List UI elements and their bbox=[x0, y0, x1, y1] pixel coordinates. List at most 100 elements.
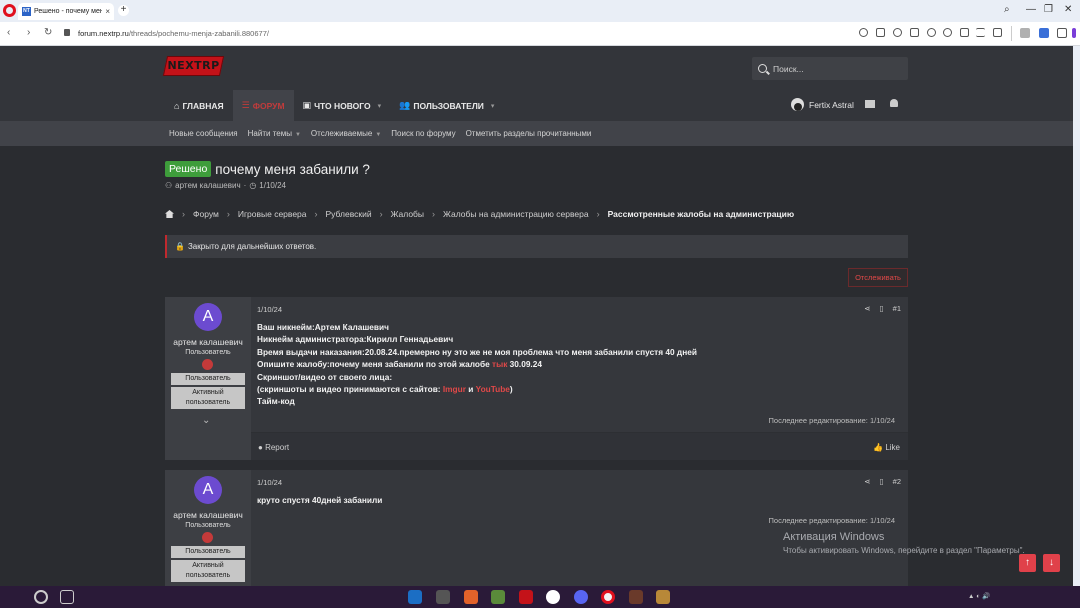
search-icon bbox=[758, 64, 767, 73]
bookmark-icon[interactable]: ▯ bbox=[880, 477, 884, 486]
heart-icon[interactable] bbox=[943, 28, 952, 37]
app-icon[interactable] bbox=[519, 590, 533, 604]
thread-author[interactable]: артем калашевич bbox=[175, 181, 240, 190]
breadcrumb-item[interactable]: Игровые сервера bbox=[238, 209, 307, 219]
close-tab-icon[interactable]: × bbox=[105, 7, 110, 16]
youtube-link[interactable]: YouTube bbox=[476, 384, 510, 394]
report-button[interactable]: ● Report bbox=[258, 443, 289, 452]
reload-icon[interactable]: ↻ bbox=[44, 27, 52, 38]
nav-forum[interactable]: ☰ ФОРУМ bbox=[232, 90, 294, 121]
avatar[interactable]: A bbox=[194, 476, 222, 504]
download-icon[interactable] bbox=[960, 28, 969, 37]
scroll-bottom-button[interactable]: ↓ bbox=[1043, 554, 1060, 572]
minecraft-icon[interactable] bbox=[491, 590, 505, 604]
opera-icon[interactable] bbox=[601, 590, 615, 604]
box-icon[interactable] bbox=[993, 28, 1002, 37]
back-icon[interactable]: ‹ bbox=[7, 27, 10, 38]
bell-icon[interactable] bbox=[890, 99, 898, 107]
search-tabs-icon[interactable]: ⌕ bbox=[1004, 4, 1010, 15]
nav-users[interactable]: 👥 ПОЛЬЗОВАТЕЛИ ▾ bbox=[390, 90, 503, 121]
post-date[interactable]: 1/10/24 bbox=[257, 305, 282, 314]
post-line: Время выдачи наказания:20.08.24.премерно… bbox=[257, 346, 697, 357]
app-icon[interactable] bbox=[464, 590, 478, 604]
breadcrumb-item[interactable]: Рассмотренные жалобы на администрацию bbox=[608, 209, 795, 219]
user-banner: Пользователь bbox=[171, 546, 245, 558]
scroll-top-button[interactable]: ↑ bbox=[1019, 554, 1036, 572]
bookmark-icon[interactable]: ▯ bbox=[880, 304, 884, 313]
task-view-icon[interactable] bbox=[60, 590, 74, 604]
sidebar-toggle-icon[interactable] bbox=[1072, 28, 1076, 38]
chevron-down-icon[interactable]: ▾ bbox=[378, 102, 382, 110]
subnav-mark-read[interactable]: Отметить разделы прочитанными bbox=[466, 129, 592, 138]
extension-icon[interactable] bbox=[1020, 28, 1030, 38]
search-icon[interactable] bbox=[34, 590, 48, 604]
browser-tab[interactable]: NT Решено - почему меня з × bbox=[18, 3, 114, 20]
edited-note: Последнее редактирование: 1/10/24 bbox=[768, 416, 895, 425]
user-menu[interactable]: Fertix Astral bbox=[791, 98, 854, 111]
role-badge-icon bbox=[202, 359, 213, 370]
yandex-icon[interactable] bbox=[546, 590, 560, 604]
chevron-down-icon[interactable]: ⌄ bbox=[202, 415, 210, 426]
post-username[interactable]: артем калашевич bbox=[165, 337, 251, 347]
shield-icon[interactable] bbox=[1039, 28, 1049, 38]
site-logo[interactable]: NEXTRP bbox=[162, 56, 225, 76]
like-button[interactable]: 👍 Like bbox=[873, 443, 900, 452]
play-icon[interactable] bbox=[927, 28, 936, 37]
restore-icon[interactable]: ❐ bbox=[1044, 4, 1053, 15]
edit-icon[interactable] bbox=[876, 28, 885, 37]
post-date[interactable]: 1/10/24 bbox=[257, 478, 282, 487]
app-icon[interactable] bbox=[436, 590, 450, 604]
share-icon[interactable]: ⋖ bbox=[864, 304, 870, 313]
post-line: Опишите жалобу:почему меня забанили по э… bbox=[257, 359, 542, 370]
app-icon[interactable] bbox=[656, 590, 670, 604]
forward-icon[interactable]: › bbox=[27, 27, 30, 38]
post-line: Ваш никнейм:Артем Калашевич bbox=[257, 322, 389, 332]
post-username[interactable]: артем калашевич bbox=[165, 510, 251, 520]
steam-icon[interactable] bbox=[408, 590, 422, 604]
subnav-watched[interactable]: Отслеживаемые ▼ bbox=[311, 129, 381, 138]
mail-icon[interactable] bbox=[865, 100, 875, 108]
watch-button[interactable]: Отслеживать bbox=[848, 268, 908, 287]
chevron-down-icon[interactable]: ▾ bbox=[491, 102, 495, 110]
post-line: Тайм-код bbox=[257, 396, 295, 407]
browser-sidebar bbox=[1073, 46, 1080, 586]
minimize-icon[interactable]: — bbox=[1026, 4, 1036, 15]
close-window-icon[interactable]: ✕ bbox=[1064, 4, 1072, 15]
home-icon[interactable] bbox=[165, 210, 174, 218]
app-icon[interactable] bbox=[629, 590, 643, 604]
menu-icon[interactable] bbox=[976, 28, 985, 37]
main-nav: ⌂ ГЛАВНАЯ ☰ ФОРУМ ▣ ЧТО НОВОГО ▾ 👥 ПОЛЬЗ… bbox=[165, 90, 503, 121]
avatar[interactable]: A bbox=[194, 303, 222, 331]
url-field[interactable]: forum.nextrp.ru/threads/pochemu-menja-za… bbox=[78, 29, 269, 38]
breadcrumb-item[interactable]: Рублевский bbox=[326, 209, 372, 219]
new-tab-button[interactable]: + bbox=[118, 5, 129, 16]
news-icon: ▣ bbox=[302, 100, 312, 110]
search-input[interactable]: Поиск... bbox=[752, 57, 908, 80]
subnav-find-threads[interactable]: Найти темы ▼ bbox=[248, 129, 301, 138]
discord-icon[interactable] bbox=[574, 590, 588, 604]
post-line: Скриншот/видео от своего лица: bbox=[257, 371, 393, 382]
status-badge[interactable]: Решено bbox=[165, 161, 212, 177]
post-link[interactable]: тык bbox=[492, 359, 507, 369]
post-body: круто спустя 40дней забанили bbox=[257, 495, 383, 505]
cube-icon[interactable] bbox=[1057, 28, 1067, 38]
forum-icon: ☰ bbox=[241, 100, 250, 110]
subnav-search-forums[interactable]: Поиск по форуму bbox=[391, 129, 455, 138]
breadcrumb-item[interactable]: Жалобы bbox=[391, 209, 424, 219]
post-number[interactable]: #1 bbox=[893, 304, 901, 313]
breadcrumb-item[interactable]: Жалобы на администрацию сервера bbox=[443, 209, 589, 219]
system-tray[interactable]: ▲ ◐ 🔊 bbox=[968, 592, 990, 600]
nav-whats-new[interactable]: ▣ ЧТО НОВОГО ▾ bbox=[294, 90, 391, 121]
lock-icon[interactable] bbox=[64, 29, 70, 36]
vpn-icon[interactable] bbox=[910, 28, 919, 37]
camera-icon[interactable] bbox=[893, 28, 902, 37]
share-icon[interactable]: ⋖ bbox=[864, 477, 870, 486]
post-number[interactable]: #2 bbox=[893, 477, 901, 486]
subnav-new-posts[interactable]: Новые сообщения bbox=[169, 129, 238, 138]
page-search-icon[interactable] bbox=[859, 28, 868, 37]
opera-menu-icon[interactable] bbox=[3, 4, 16, 17]
thread-date[interactable]: 1/10/24 bbox=[259, 181, 286, 190]
breadcrumb-item[interactable]: Форум bbox=[193, 209, 219, 219]
nav-home[interactable]: ⌂ ГЛАВНАЯ bbox=[165, 90, 233, 121]
imgur-link[interactable]: Imgur bbox=[443, 384, 466, 394]
